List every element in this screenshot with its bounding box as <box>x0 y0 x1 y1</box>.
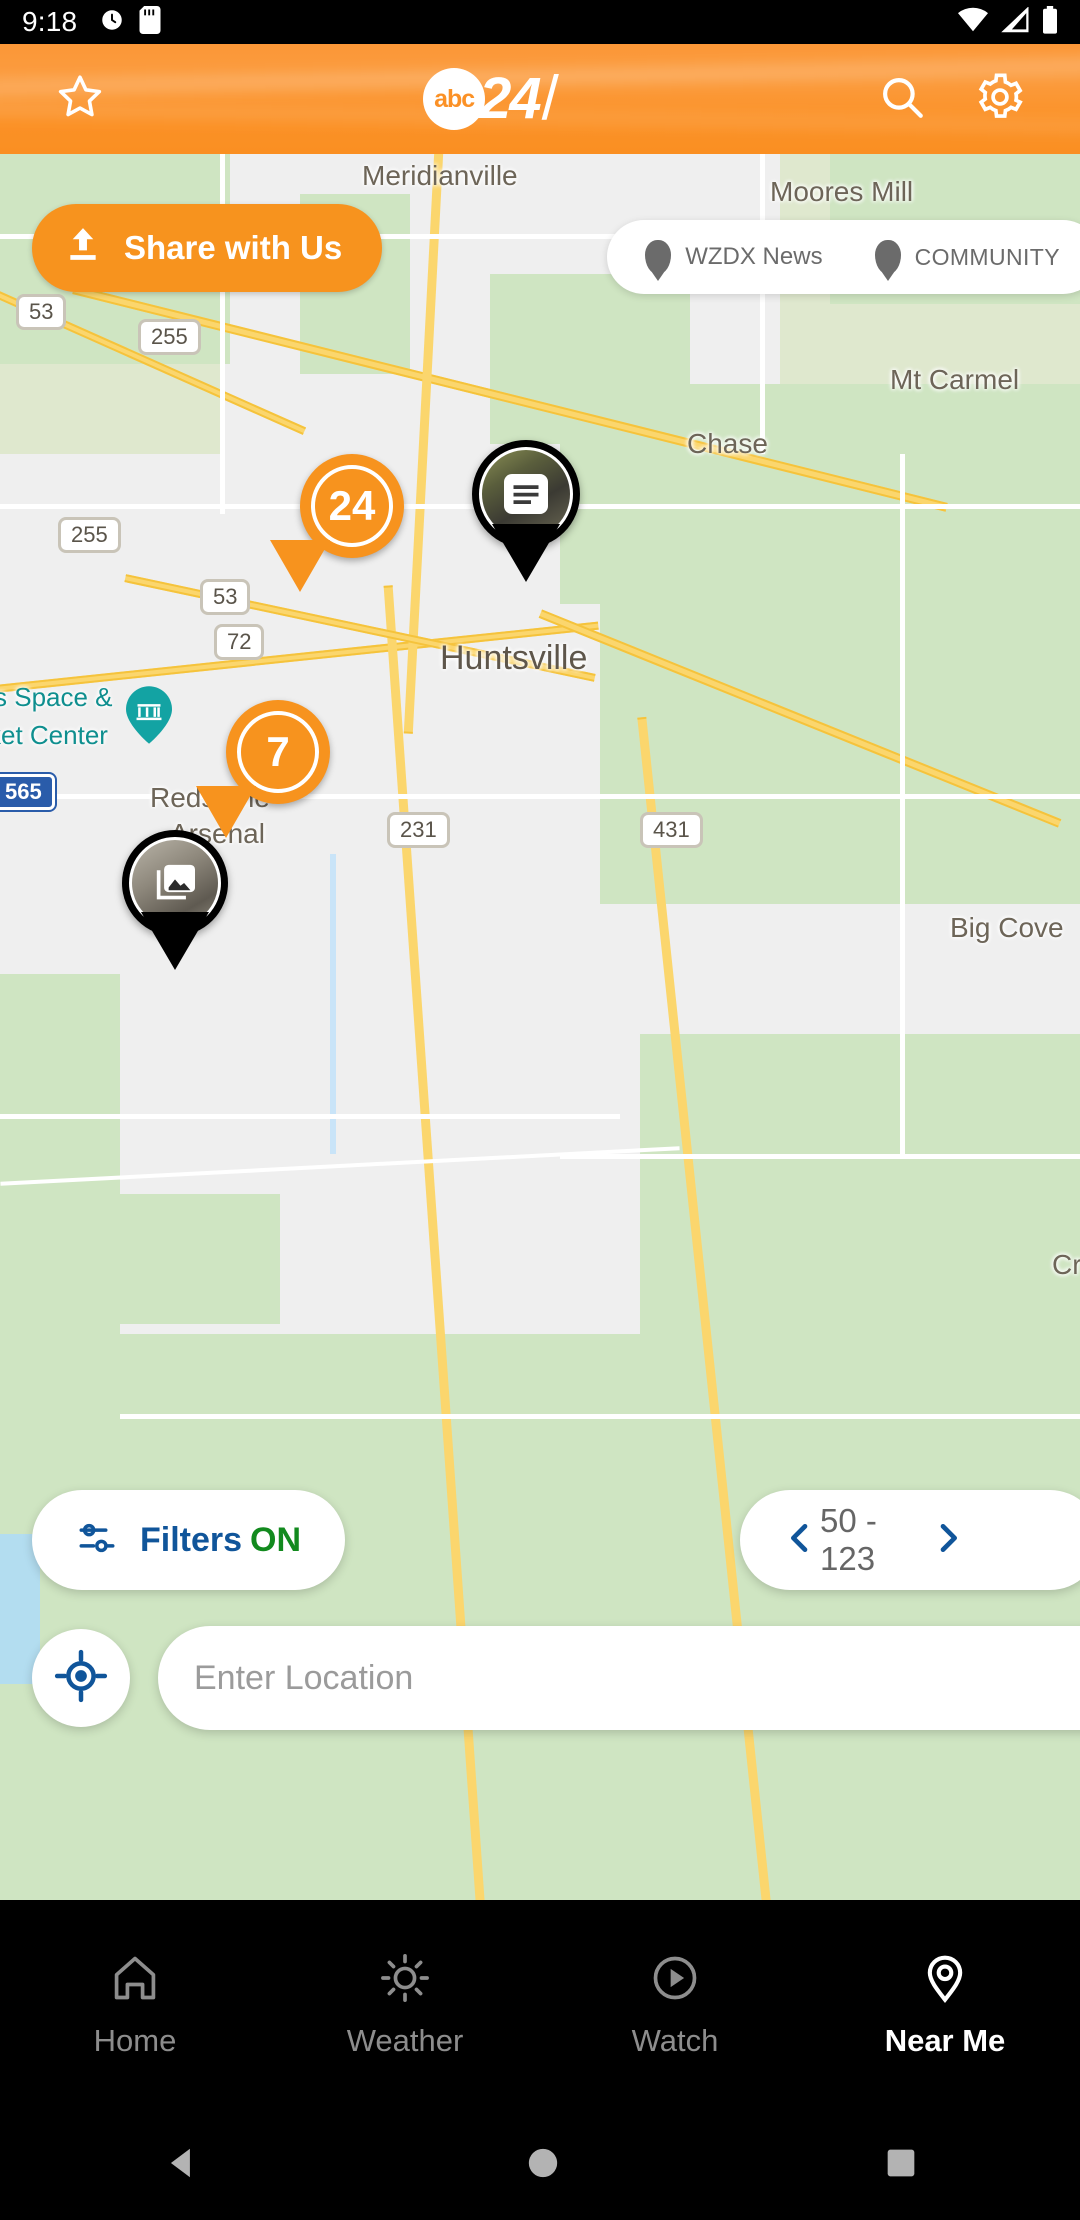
use-my-location-button[interactable] <box>32 1629 130 1727</box>
location-pin-icon <box>919 1952 971 2009</box>
upload-icon <box>64 225 102 271</box>
route-shield: 565 <box>0 774 55 810</box>
app-screen: 9:18 abc 24 / Meridianville Moores Mill … <box>0 0 1080 2220</box>
black-pin-icon <box>645 240 672 274</box>
filters-label: Filters ON <box>140 1521 301 1560</box>
news-photo-marker[interactable] <box>472 440 580 582</box>
triangle-back-icon[interactable] <box>163 2144 201 2187</box>
route-shield: 431 <box>640 812 703 848</box>
sun-icon <box>379 1952 431 2009</box>
route-shield: 231 <box>387 812 450 848</box>
gear-icon <box>974 71 1026 128</box>
nav-label: Watch <box>631 2022 719 2058</box>
nav-label: Near Me <box>884 2022 1006 2058</box>
nav-label: Weather <box>346 2022 464 2058</box>
status-left-icons <box>99 5 161 39</box>
nav-item-home[interactable]: Home <box>0 1952 270 2059</box>
bottom-navigation: Home Weather Watch Near Me <box>0 1900 1080 2110</box>
map-label: Chase <box>687 428 768 459</box>
logo-slash: / <box>541 64 559 133</box>
legend-label: WZDX News <box>685 243 823 270</box>
pager-next-button[interactable] <box>928 1518 968 1563</box>
filters-button[interactable]: Filters ON <box>32 1490 346 1590</box>
map-label: Moores Mill <box>770 176 914 207</box>
system-navigation-bar <box>0 2110 1080 2220</box>
article-icon <box>504 474 548 514</box>
map-label: s Space & <box>0 682 113 712</box>
image-icon <box>152 862 198 904</box>
map-label: Big Cove <box>950 912 1064 943</box>
location-input[interactable] <box>158 1626 1080 1730</box>
map-label: Huntsville <box>440 639 588 677</box>
circle-home-icon[interactable] <box>526 2146 560 2185</box>
museum-marker-icon <box>126 686 172 744</box>
logo-abc-circle: abc <box>423 68 486 130</box>
nav-item-near-me[interactable]: Near Me <box>810 1952 1080 2059</box>
favorite-button[interactable] <box>48 67 112 131</box>
wifi-icon <box>958 7 988 38</box>
status-right-icons <box>958 5 1058 39</box>
cluster-count: 24 <box>328 482 376 529</box>
alarm-icon <box>99 7 125 38</box>
legend-item-community: COMMUNITY <box>874 240 1060 274</box>
legend-item-wzdx: WZDX News <box>645 240 823 274</box>
share-with-us-label: Share with Us <box>124 229 343 266</box>
map-label: Cr <box>1052 1249 1080 1280</box>
legend-label: COMMUNITY <box>914 243 1060 270</box>
route-shield: 53 <box>16 294 67 330</box>
search-button[interactable] <box>870 67 934 131</box>
nav-item-watch[interactable]: Watch <box>540 1952 810 2059</box>
gps-crosshair-icon <box>54 1649 108 1708</box>
location-row <box>0 1626 1080 1730</box>
map-label: ket Center <box>0 720 108 750</box>
cellular-icon <box>1000 5 1030 38</box>
star-icon <box>53 70 107 129</box>
route-shield: 72 <box>214 624 265 660</box>
home-icon <box>109 1952 161 2009</box>
nav-item-weather[interactable]: Weather <box>270 1952 540 2059</box>
filters-word: Filters <box>140 1520 243 1559</box>
square-recents-icon[interactable] <box>885 2147 917 2184</box>
abc24-logo: abc 24 / <box>112 68 870 130</box>
nav-label: Home <box>93 2022 177 2058</box>
play-icon <box>649 1952 701 2009</box>
status-clock: 9:18 <box>22 6 78 37</box>
orange-pin-icon <box>874 240 901 274</box>
pager-range-label: 50 - 123 <box>820 1502 877 1577</box>
route-shield: 255 <box>58 517 121 553</box>
map-legend: WZDX News COMMUNITY <box>607 220 1080 294</box>
settings-button[interactable] <box>968 67 1032 131</box>
sliders-icon <box>76 1517 118 1564</box>
community-photo-marker[interactable] <box>122 830 228 970</box>
pager-prev-button[interactable] <box>780 1518 820 1563</box>
share-with-us-button[interactable]: Share with Us <box>32 204 383 292</box>
route-shield: 255 <box>138 319 201 355</box>
filters-state: ON <box>250 1520 302 1559</box>
map-label: Meridianville <box>362 160 518 191</box>
map-canvas[interactable]: Meridianville Moores Mill Mt Carmel Chas… <box>0 154 1080 1900</box>
logo-24-text: 24 <box>479 66 541 131</box>
map-label: Mt Carmel <box>890 364 1020 395</box>
app-header: abc 24 / <box>0 44 1080 154</box>
search-icon <box>877 72 927 127</box>
results-pager: 50 - 123 <box>740 1490 1080 1590</box>
status-bar: 9:18 <box>0 0 1080 44</box>
route-shield: 53 <box>200 579 251 615</box>
battery-icon <box>1042 5 1058 39</box>
cluster-count: 7 <box>266 728 290 775</box>
sd-card-icon <box>139 5 161 39</box>
